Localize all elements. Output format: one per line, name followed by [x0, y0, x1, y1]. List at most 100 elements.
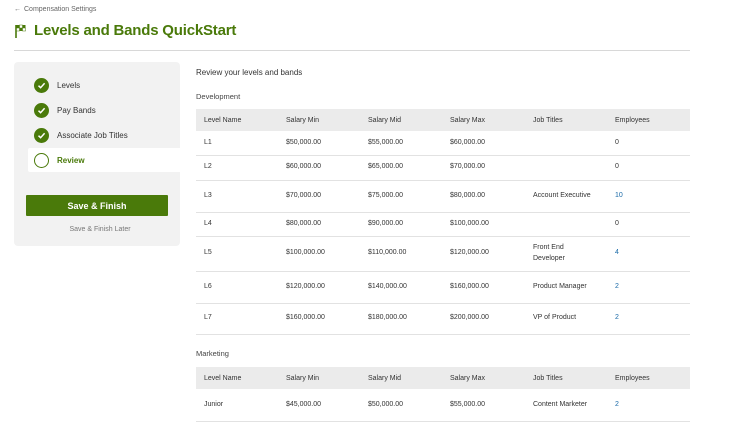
cell-min: $100,000.00 [278, 236, 360, 272]
cell-employees: 2 [607, 389, 690, 422]
cell-mid: $65,000.00 [360, 155, 442, 181]
cell-titles [525, 131, 607, 156]
column-header: Salary Mid [360, 367, 442, 389]
cell-max: $70,000.00 [442, 155, 525, 181]
cell-max: $80,000.00 [442, 180, 525, 213]
cell-level: L4 [196, 212, 278, 237]
cell-max: $160,000.00 [442, 271, 525, 304]
save-and-finish-button[interactable]: Save & Finish [26, 195, 168, 216]
cell-min: $80,000.00 [278, 212, 360, 237]
cell-level: L5 [196, 236, 278, 272]
column-header: Salary Min [278, 109, 360, 131]
group-title-development: Development [196, 92, 241, 101]
cell-employees: 2 [607, 303, 690, 335]
employees-count-link[interactable]: 2 [615, 283, 619, 290]
cell-min: $70,000.00 [278, 180, 360, 213]
step-label: Levels [57, 80, 81, 90]
table-header-row: Level Name Salary Min Salary Mid Salary … [196, 109, 690, 131]
breadcrumb[interactable]: ← Compensation Settings [14, 6, 96, 13]
step-label: Review [57, 155, 85, 165]
employees-count-link[interactable]: 2 [615, 314, 619, 321]
cell-titles: Product Manager [525, 271, 607, 304]
employees-count-link[interactable]: 10 [615, 192, 623, 199]
column-header: Level Name [196, 367, 278, 389]
table-row: L6 $120,000.00 $140,000.00 $160,000.00 P… [196, 271, 690, 304]
cell-min: $120,000.00 [278, 271, 360, 304]
back-arrow-icon: ← [14, 6, 21, 13]
table-row: L5 $100,000.00 $110,000.00 $120,000.00 F… [196, 236, 690, 272]
cell-mid: $110,000.00 [360, 236, 442, 272]
breadcrumb-link[interactable]: Compensation Settings [24, 6, 96, 13]
cell-min: $45,000.00 [278, 389, 360, 422]
column-header: Level Name [196, 109, 278, 131]
cell-mid: $75,000.00 [360, 180, 442, 213]
step-pay-bands[interactable]: Pay Bands [28, 98, 182, 122]
table-row: L7 $160,000.00 $180,000.00 $200,000.00 V… [196, 303, 690, 335]
column-header: Employees [607, 367, 690, 389]
column-header: Job Titles [525, 367, 607, 389]
cell-level: L7 [196, 303, 278, 335]
cell-titles [525, 155, 607, 181]
employees-count-link[interactable]: 4 [615, 249, 619, 256]
cell-level: L1 [196, 131, 278, 156]
cell-employees: 0 [607, 155, 690, 181]
table-row: L1 $50,000.00 $55,000.00 $60,000.00 0 [196, 131, 690, 156]
column-header: Salary Max [442, 367, 525, 389]
cell-employees: 2 [607, 271, 690, 304]
cell-level: Junior [196, 389, 278, 422]
save-and-finish-later-link[interactable]: Save & Finish Later [26, 226, 174, 233]
empty-circle-icon [34, 152, 49, 168]
employees-count-link[interactable]: 2 [615, 401, 619, 408]
divider [14, 50, 690, 51]
cell-max: $200,000.00 [442, 303, 525, 335]
cell-titles [525, 212, 607, 237]
group-title-marketing: Marketing [196, 349, 229, 358]
table-row: L2 $60,000.00 $65,000.00 $70,000.00 0 [196, 155, 690, 181]
table-header-row: Level Name Salary Min Salary Mid Salary … [196, 367, 690, 389]
cell-min: $60,000.00 [278, 155, 360, 181]
cell-mid: $55,000.00 [360, 131, 442, 156]
step-review[interactable]: Review [28, 148, 182, 172]
cell-min: $160,000.00 [278, 303, 360, 335]
table-row: L3 $70,000.00 $75,000.00 $80,000.00 Acco… [196, 180, 690, 213]
checkmark-icon [34, 127, 49, 143]
cell-level: L2 [196, 155, 278, 181]
cell-max: $60,000.00 [442, 131, 525, 156]
cell-level: L3 [196, 180, 278, 213]
cell-max: $55,000.00 [442, 389, 525, 422]
cell-employees: 0 [607, 212, 690, 237]
cell-titles: Account Executive [525, 180, 607, 213]
cell-mid: $50,000.00 [360, 389, 442, 422]
stepper-panel: Levels Pay Bands Associate Job Titles Re… [14, 62, 182, 246]
cell-mid: $140,000.00 [360, 271, 442, 304]
cell-mid: $180,000.00 [360, 303, 442, 335]
flag-icon [15, 24, 26, 38]
step-label: Pay Bands [57, 105, 96, 115]
page-title: Levels and Bands QuickStart [34, 22, 237, 39]
levels-table-marketing: Level Name Salary Min Salary Mid Salary … [196, 367, 690, 422]
cell-min: $50,000.00 [278, 131, 360, 156]
table-row: L4 $80,000.00 $90,000.00 $100,000.00 0 [196, 212, 690, 237]
cell-titles: Front End Developer [525, 236, 607, 272]
step-associate-job-titles[interactable]: Associate Job Titles [28, 123, 182, 147]
cell-employees: 4 [607, 236, 690, 272]
review-heading: Review your levels and bands [196, 68, 303, 77]
page-header: Levels and Bands QuickStart [14, 22, 236, 39]
cell-max: $100,000.00 [442, 212, 525, 237]
step-levels[interactable]: Levels [28, 73, 182, 97]
column-header: Job Titles [525, 109, 607, 131]
cell-max: $120,000.00 [442, 236, 525, 272]
cell-employees: 0 [607, 131, 690, 156]
table-row: Junior $45,000.00 $50,000.00 $55,000.00 … [196, 389, 690, 422]
column-header: Salary Max [442, 109, 525, 131]
levels-table-development: Level Name Salary Min Salary Mid Salary … [196, 109, 690, 335]
checkmark-icon [34, 77, 49, 93]
checkmark-icon [34, 102, 49, 118]
cell-level: L6 [196, 271, 278, 304]
column-header: Salary Mid [360, 109, 442, 131]
cell-titles: Content Marketer [525, 389, 607, 422]
cell-titles: VP of Product [525, 303, 607, 335]
column-header: Salary Min [278, 367, 360, 389]
column-header: Employees [607, 109, 690, 131]
step-label: Associate Job Titles [57, 130, 128, 140]
